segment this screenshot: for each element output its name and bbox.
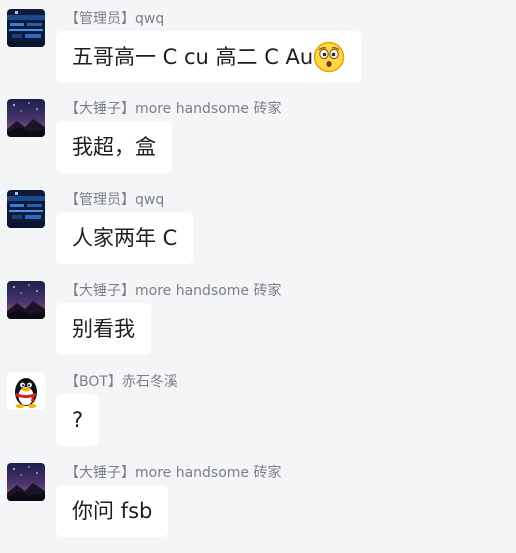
message-text: 别看我 [72, 317, 135, 341]
night-sky-avatar-icon [7, 463, 45, 501]
sender-name: 【大锤子】more handsome 砖家 [65, 465, 282, 481]
chat-message-list: 【管理员】qwq 五哥高一 C cu 高二 C Au 【大锤子】more han… [0, 0, 516, 553]
message-bubble[interactable]: 你问 fsb [56, 485, 169, 537]
message-text: 人家两年 C [72, 226, 178, 250]
avatar[interactable] [7, 190, 45, 228]
avatar[interactable] [7, 281, 45, 319]
sender-name: 【大锤子】more handsome 砖家 [65, 283, 282, 299]
night-sky-avatar-icon [7, 99, 45, 137]
message-text: 你问 fsb [72, 499, 153, 523]
message-text: ? [72, 408, 84, 432]
night-sky-avatar-icon [7, 281, 45, 319]
blue-grid-avatar-icon [7, 9, 45, 47]
message-bubble[interactable]: 人家两年 C [56, 212, 194, 264]
sender-name: 【大锤子】more handsome 砖家 [65, 101, 282, 117]
avatar[interactable] [7, 9, 45, 47]
sender-name: 【管理员】qwq [65, 11, 165, 27]
message-bubble[interactable]: ? [56, 394, 100, 446]
astonished-face-icon [313, 41, 345, 73]
sender-name: 【BOT】赤石冬溪 [65, 374, 178, 390]
message-text: 五哥高一 C cu 高二 C Au [72, 45, 314, 69]
message-bubble[interactable]: 别看我 [56, 303, 151, 355]
message-bubble[interactable]: 我超，盒 [56, 121, 172, 173]
avatar[interactable] [7, 99, 45, 137]
blue-grid-avatar-icon [7, 190, 45, 228]
sender-name: 【管理员】qwq [65, 192, 165, 208]
message-text: 我超，盒 [72, 135, 156, 159]
message-bubble[interactable]: 五哥高一 C cu 高二 C Au [56, 31, 362, 83]
penguin-avatar-icon [7, 372, 45, 410]
avatar[interactable] [7, 463, 45, 501]
avatar[interactable] [7, 372, 45, 410]
